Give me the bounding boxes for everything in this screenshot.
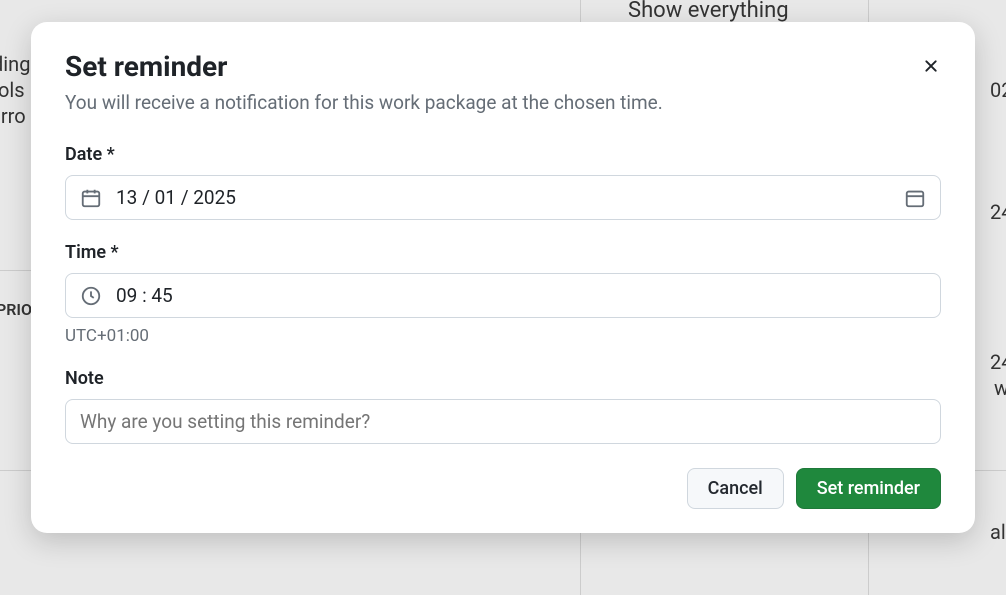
calendar-picker-icon[interactable] bbox=[904, 187, 926, 209]
note-label: Note bbox=[65, 368, 941, 389]
time-field-group: Time * UTC+01:00 bbox=[65, 242, 941, 346]
date-input[interactable] bbox=[116, 186, 890, 209]
modal-subtitle: You will receive a notification for this… bbox=[65, 91, 941, 114]
date-input-wrapper[interactable] bbox=[65, 175, 941, 220]
timezone-text: UTC+01:00 bbox=[65, 326, 941, 346]
note-input-wrapper[interactable] bbox=[65, 399, 941, 444]
date-field-group: Date * bbox=[65, 144, 941, 220]
cancel-button[interactable]: Cancel bbox=[687, 468, 784, 509]
calendar-icon bbox=[80, 187, 102, 209]
modal-footer: Cancel Set reminder bbox=[65, 468, 941, 509]
time-label: Time * bbox=[65, 242, 941, 263]
modal-overlay: Set reminder You will receive a notifica… bbox=[0, 0, 1006, 595]
close-button[interactable] bbox=[917, 52, 945, 83]
note-input[interactable] bbox=[80, 410, 926, 433]
set-reminder-button[interactable]: Set reminder bbox=[796, 468, 941, 509]
reminder-modal: Set reminder You will receive a notifica… bbox=[31, 22, 975, 533]
time-input[interactable] bbox=[116, 284, 926, 307]
time-input-wrapper[interactable] bbox=[65, 273, 941, 318]
date-label: Date * bbox=[65, 144, 941, 165]
note-field-group: Note bbox=[65, 368, 941, 444]
modal-title: Set reminder bbox=[65, 50, 941, 83]
clock-icon bbox=[80, 285, 102, 307]
close-icon bbox=[921, 56, 941, 79]
modal-header: Set reminder You will receive a notifica… bbox=[65, 50, 941, 114]
